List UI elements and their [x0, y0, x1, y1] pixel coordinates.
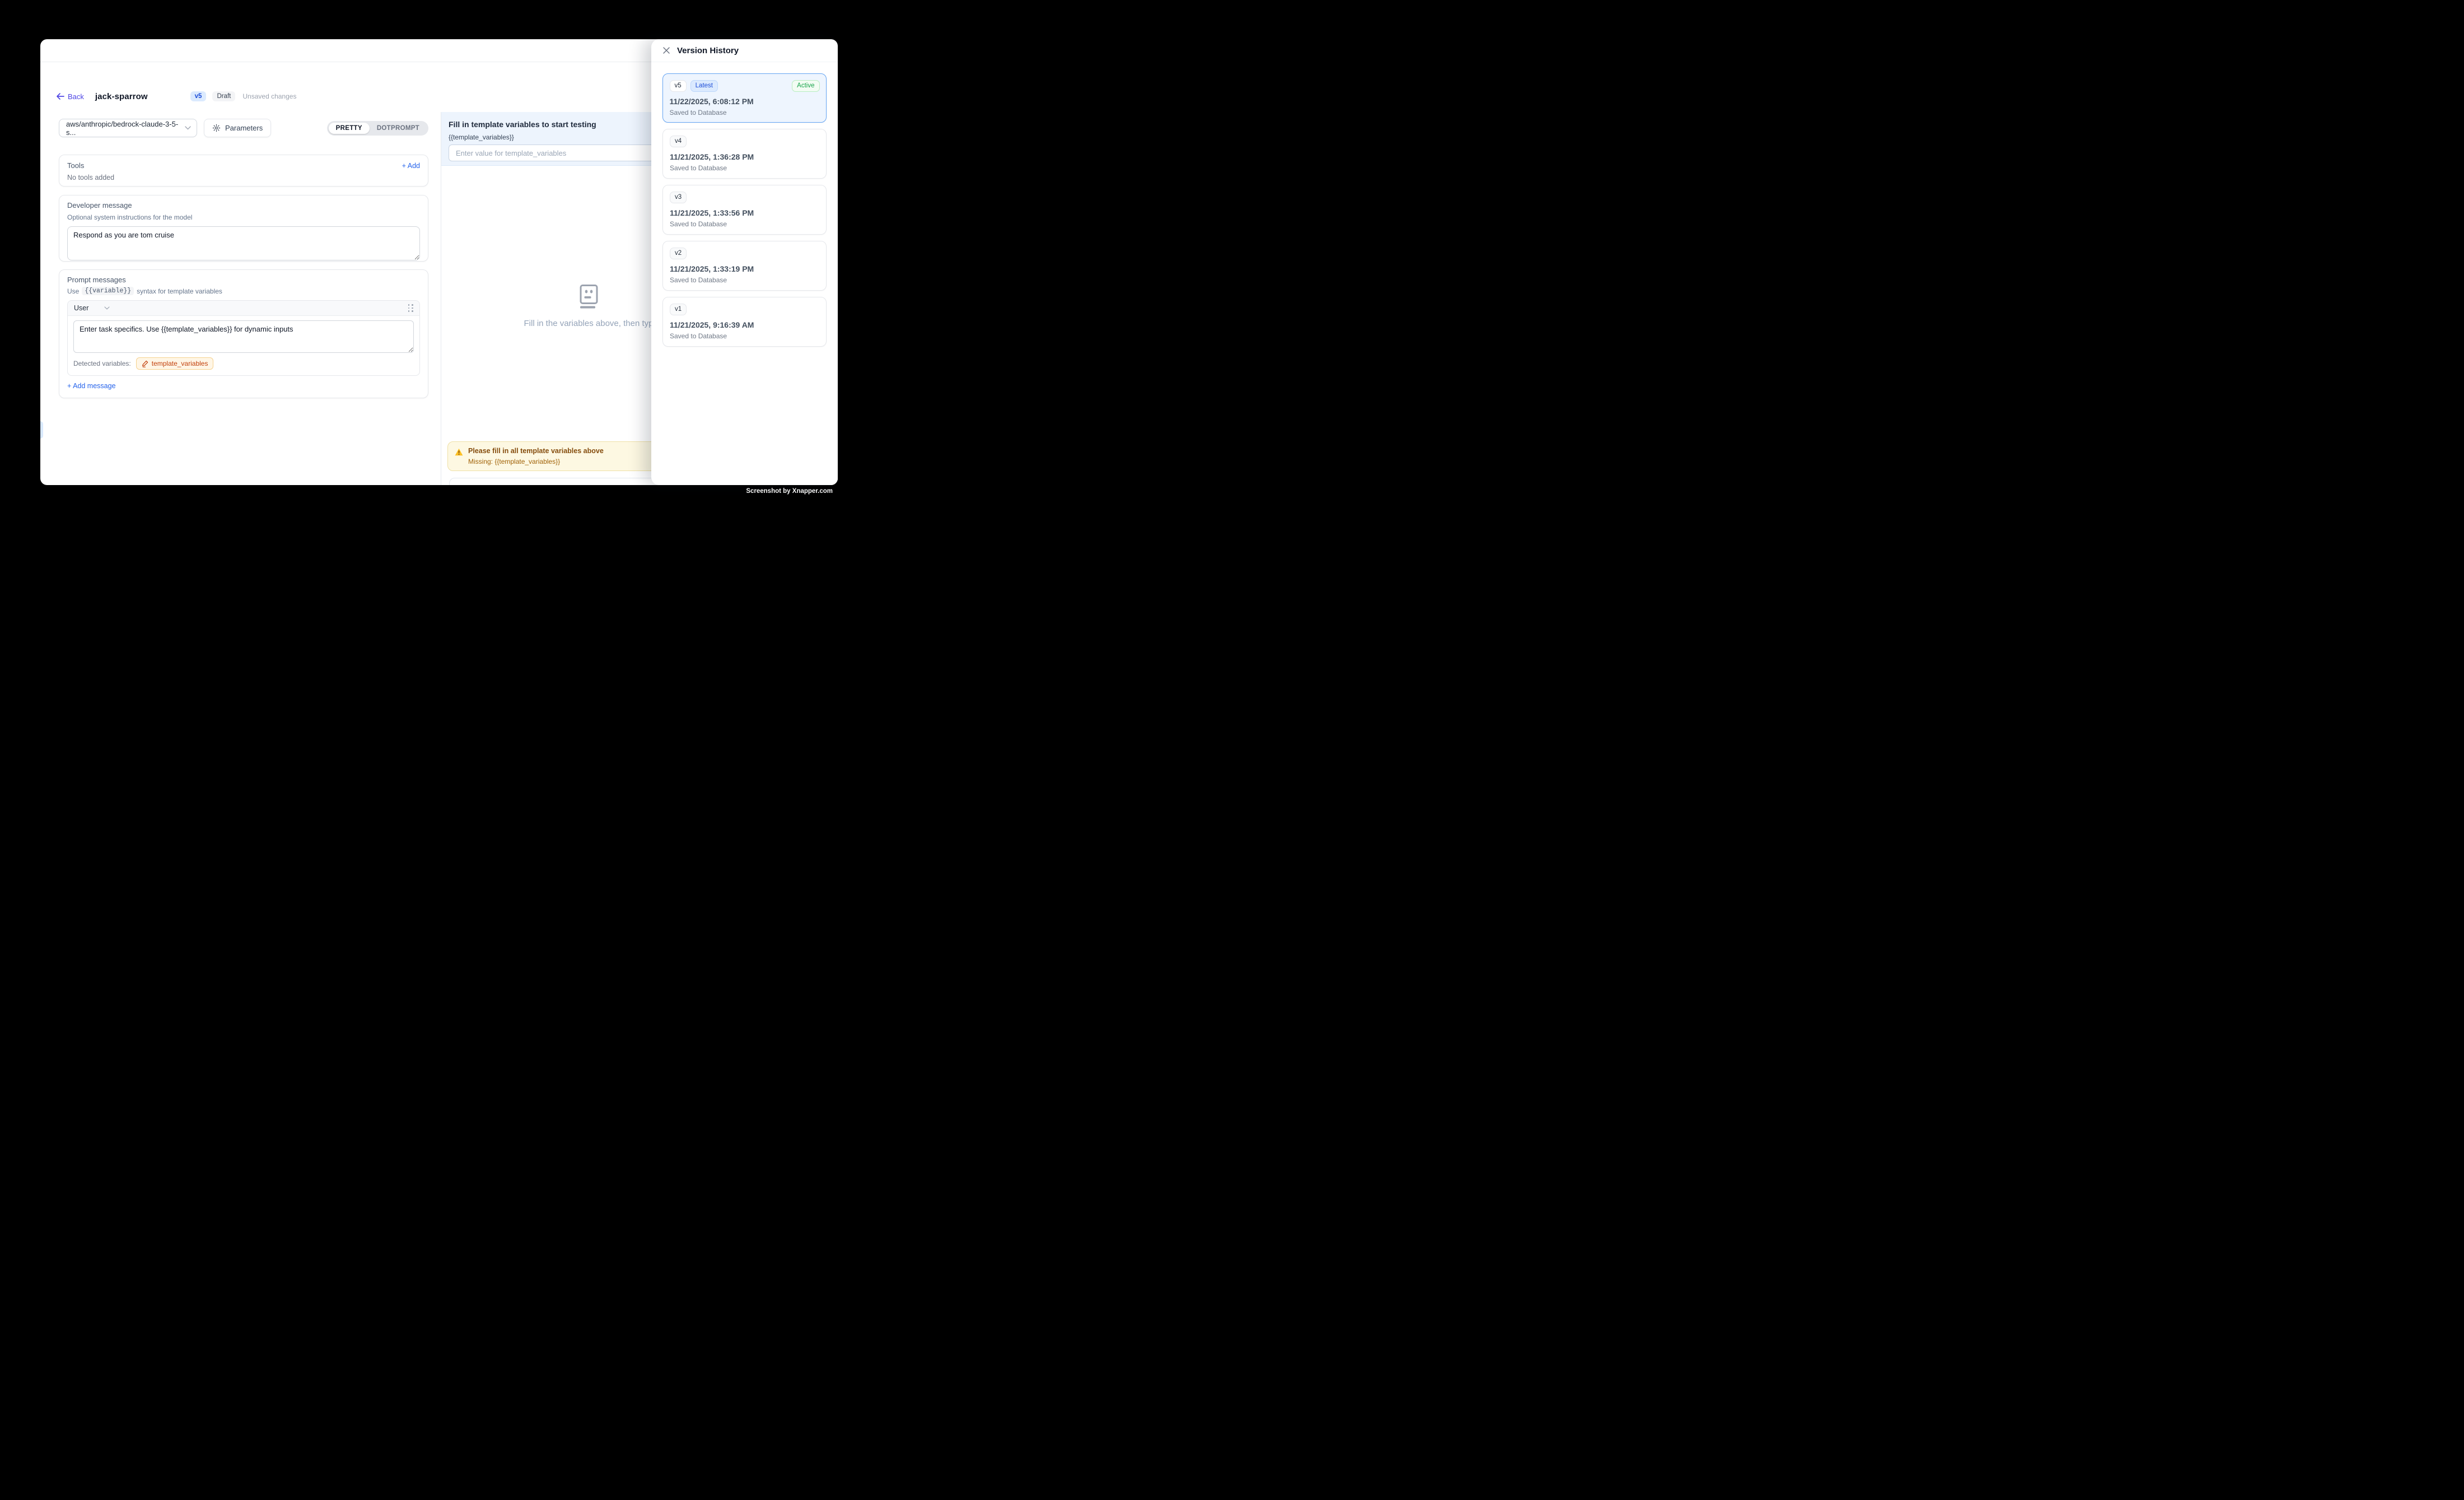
version-number-badge: v1: [670, 304, 687, 315]
version-card-v2[interactable]: v2 11/21/2025, 1:33:19 PM Saved to Datab…: [662, 241, 827, 291]
version-badges: v3: [670, 192, 819, 203]
message-header: User: [68, 301, 419, 316]
variable-syntax-hint: Use {{variable}} syntax for template var…: [67, 287, 420, 295]
version-status: Saved to Database: [670, 332, 819, 340]
version-number-badge: v5: [670, 80, 687, 92]
close-icon[interactable]: [662, 46, 670, 54]
version-badge: v5: [190, 91, 207, 101]
screenshot-frame: Back jack-sparrow v5 Draft Unsaved chang…: [0, 0, 878, 534]
version-card-v4[interactable]: v4 11/21/2025, 1:36:28 PM Saved to Datab…: [662, 129, 827, 179]
warning-text: Please fill in all template variables ab…: [468, 447, 604, 465]
back-label: Back: [68, 92, 84, 101]
version-timestamp: 11/21/2025, 9:16:39 AM: [670, 320, 819, 329]
prompt-toolbar: Back jack-sparrow v5 Draft Unsaved chang…: [56, 89, 296, 104]
add-tool-button[interactable]: + Add: [402, 162, 420, 170]
toggle-dotprompt[interactable]: DOTPROMPT: [370, 123, 427, 134]
add-message-button[interactable]: + Add message: [67, 382, 116, 390]
version-badges: v5 Latest Active: [670, 80, 820, 92]
variable-chip-label: template_variables: [152, 360, 208, 367]
version-history-header: Version History: [651, 39, 838, 62]
version-number-badge: v2: [670, 248, 687, 259]
version-card-v5[interactable]: v5 Latest Active 11/22/2025, 6:08:12 PM …: [662, 73, 827, 123]
warning-title: Please fill in all template variables ab…: [468, 447, 604, 455]
unsaved-changes-label: Unsaved changes: [242, 92, 296, 100]
latest-badge: Latest: [690, 80, 718, 92]
tools-empty-text: No tools added: [67, 174, 420, 181]
pencil-edit-icon: [142, 360, 148, 367]
page-title: jack-sparrow: [95, 92, 148, 101]
watermark-text: Screenshot by Xnapper.com: [746, 488, 833, 495]
version-status: Saved to Database: [670, 109, 820, 117]
message-body: Enter task specifics. Use {{template_var…: [68, 316, 419, 375]
version-timestamp: 11/22/2025, 6:08:12 PM: [670, 97, 820, 106]
model-select[interactable]: aws/anthropic/bedrock-claude-3-5-s...: [59, 119, 197, 137]
developer-message-title: Developer message: [67, 201, 420, 209]
parameters-label: Parameters: [225, 124, 263, 132]
draft-badge: Draft: [212, 91, 235, 101]
message-content-input[interactable]: Enter task specifics. Use {{template_var…: [73, 320, 414, 353]
back-arrow-icon: [56, 92, 64, 100]
version-history-panel: Version History v5 Latest Active 11/22/2…: [651, 39, 838, 485]
prompt-messages-title: Prompt messages: [67, 276, 420, 284]
variable-chip[interactable]: template_variables: [136, 357, 214, 370]
version-status: Saved to Database: [670, 164, 819, 172]
version-badges: v1: [670, 304, 819, 315]
version-timestamp: 11/21/2025, 1:36:28 PM: [670, 152, 819, 161]
developer-message-card: Developer message Optional system instru…: [59, 195, 428, 262]
drag-handle-icon[interactable]: [408, 304, 414, 311]
hint-code-chip: {{variable}}: [82, 287, 134, 295]
gear-icon: [212, 124, 221, 132]
prompt-message-block: User Enter task specifics. Use {{templat…: [67, 300, 420, 376]
version-number-badge: v4: [670, 136, 687, 147]
warning-triangle-icon: [455, 448, 463, 465]
model-bar: aws/anthropic/bedrock-claude-3-5-s... Pa…: [59, 119, 428, 137]
edge-peek-tab[interactable]: [40, 421, 43, 439]
message-role-value: User: [74, 304, 88, 312]
version-timestamp: 11/21/2025, 1:33:56 PM: [670, 208, 819, 217]
hint-suffix: syntax for template variables: [137, 287, 222, 295]
version-list: v5 Latest Active 11/22/2025, 6:08:12 PM …: [651, 62, 838, 364]
detected-variables-row: Detected variables: template_variables: [73, 357, 414, 370]
tools-card: Tools + Add No tools added: [59, 155, 428, 187]
parameters-button[interactable]: Parameters: [204, 119, 271, 137]
developer-message-input[interactable]: Respond as you are tom cruise: [67, 226, 420, 260]
version-badges: v2: [670, 248, 819, 259]
back-button[interactable]: Back: [56, 92, 84, 101]
tools-header: Tools + Add: [67, 161, 420, 170]
chevron-down-icon: [185, 126, 191, 130]
version-card-v3[interactable]: v3 11/21/2025, 1:33:56 PM Saved to Datab…: [662, 185, 827, 235]
title-badges: v5 Draft Unsaved changes: [190, 91, 297, 101]
version-card-v1[interactable]: v1 11/21/2025, 9:16:39 AM Saved to Datab…: [662, 297, 827, 347]
format-toggle: PRETTY DOTPROMPT: [327, 121, 428, 136]
detected-variables-label: Detected variables:: [73, 360, 131, 367]
chevron-down-icon: [104, 306, 110, 310]
robot-face-icon: [576, 285, 601, 309]
developer-message-subtitle: Optional system instructions for the mod…: [67, 213, 420, 221]
prompt-messages-card: Prompt messages Use {{variable}} syntax …: [59, 269, 428, 398]
version-status: Saved to Database: [670, 276, 819, 284]
toggle-pretty[interactable]: PRETTY: [329, 123, 370, 134]
warning-detail: Missing: {{template_variables}}: [468, 458, 604, 465]
version-status: Saved to Database: [670, 220, 819, 228]
version-number-badge: v3: [670, 192, 687, 203]
version-timestamp: 11/21/2025, 1:33:19 PM: [670, 264, 819, 273]
version-history-title: Version History: [677, 46, 739, 55]
active-badge: Active: [792, 80, 819, 92]
tools-title: Tools: [67, 161, 84, 170]
model-select-value: aws/anthropic/bedrock-claude-3-5-s...: [66, 120, 185, 137]
hint-prefix: Use: [67, 287, 79, 295]
version-badges: v4: [670, 136, 819, 147]
message-role-select[interactable]: User: [74, 304, 110, 312]
